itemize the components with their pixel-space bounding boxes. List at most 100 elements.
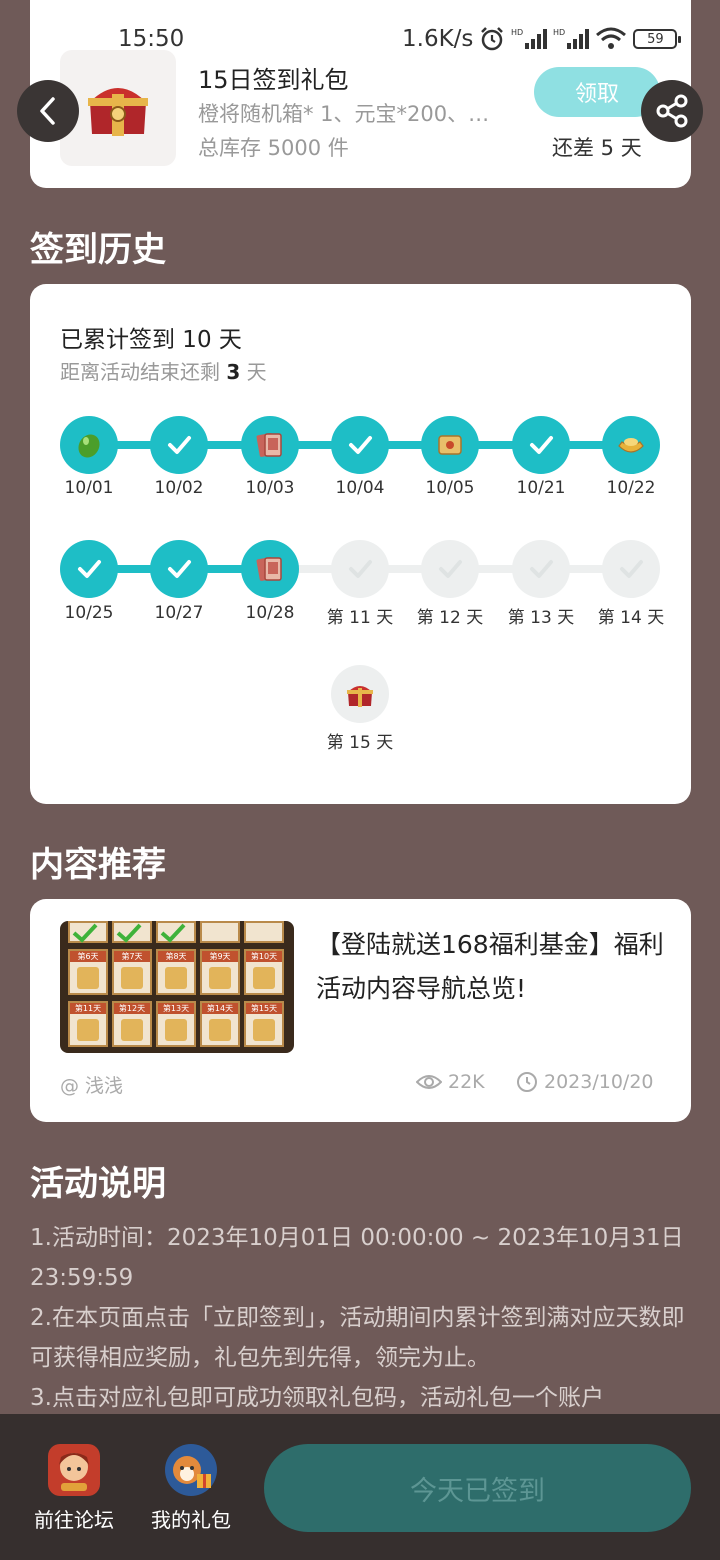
check-icon <box>346 555 374 583</box>
day-label: 10/25 <box>64 603 114 623</box>
thumb-cell: 第9天 <box>200 949 240 995</box>
thumb-cell: 第11天 <box>68 1001 108 1047</box>
thumb-cell <box>200 921 240 943</box>
activity-remaining: 距离活动结束还剩 3 天 <box>60 356 267 385</box>
thumb-cell-label: 第6天 <box>70 951 106 962</box>
day-label: 第 15 天 <box>326 733 394 753</box>
article-title: 【登陆就送168福利基金】福利活动内容导航总览! <box>316 930 664 1003</box>
wifi-icon <box>596 27 627 49</box>
sign-history-card: 已累计签到 10 天 距离活动结束还剩 3 天 10/01 10/02 10/03 1… <box>30 284 691 804</box>
check-icon <box>617 555 645 583</box>
clock-icon <box>517 1072 537 1092</box>
article-author: @ 浅浅 <box>60 1075 124 1097</box>
bottom-bar: 前往论坛 我的礼包 今天已签到 <box>0 1414 720 1560</box>
battery-icon: 59 <box>633 29 682 49</box>
dog-gift-icon <box>173 1456 211 1488</box>
rules-text: 1.活动时间：2023年10月01日 00:00:00 ~ 2023年10月31… <box>30 1218 690 1418</box>
rules-line-2: 2.在本页面点击「立即签到」，活动期间内累计签到满对应天数即可获得相应奖励，礼包… <box>30 1305 685 1371</box>
day-label: 第 13 天 <box>507 608 575 628</box>
day-node <box>331 665 389 723</box>
day-node <box>150 540 208 598</box>
card-icon <box>253 428 287 462</box>
thumb-cell <box>68 921 108 943</box>
my-gifts-label: 我的礼包 <box>151 1508 231 1532</box>
check-icon <box>436 555 464 583</box>
network-speed: 1.6K/s <box>402 26 474 52</box>
thumb-cell: 第13天 <box>156 1001 196 1047</box>
svg-text:HD: HD <box>511 28 523 37</box>
day-node <box>512 416 570 474</box>
check-icon <box>346 431 374 459</box>
recommend-section-title: 内容推荐 <box>30 845 166 885</box>
thumb-cell-label: 第12天 <box>114 1003 150 1014</box>
thumb-cell-label: 第14天 <box>202 1003 238 1014</box>
day-label: 10/28 <box>245 603 295 623</box>
status-time: 15:50 <box>118 26 185 52</box>
day-node <box>241 416 299 474</box>
day-node <box>421 540 479 598</box>
rules-line-3: 3.点击对应礼包即可成功领取礼包码，活动礼包一个账户 <box>30 1385 604 1411</box>
forum-button[interactable]: 前往论坛 <box>24 1444 124 1533</box>
share-icon <box>656 94 688 128</box>
day-node <box>602 416 660 474</box>
gift-remaining-days: 还差 5 天 <box>552 136 642 160</box>
rules-line-1: 1.活动时间：2023年10月01日 00:00:00 ~ 2023年10月31… <box>30 1225 684 1291</box>
share-button[interactable] <box>641 80 703 142</box>
thumb-cell: 第12天 <box>112 1001 152 1047</box>
signal-hd-icon-2: HD <box>553 28 590 49</box>
views-count: 22K <box>448 1071 485 1093</box>
day-label: 第 12 天 <box>416 608 484 628</box>
check-icon <box>75 555 103 583</box>
article-date: 2023/10/20 <box>516 1071 654 1093</box>
day-node <box>331 540 389 598</box>
article-thumbnail: 第6天 第7天 第8天 第9天 第10天第11天 第12天 第13天 第14天 第15天 <box>60 921 294 1053</box>
thumb-cell: 第8天 <box>156 949 196 995</box>
thumb-cell <box>244 921 284 943</box>
thumb-cell-label: 第8天 <box>158 951 194 962</box>
card-icon <box>253 552 287 586</box>
day-label: 10/22 <box>606 478 656 498</box>
status-icons: 1.6K/s HD HD 59 <box>402 26 682 52</box>
signal-hd-icon: HD <box>511 28 548 49</box>
day-node <box>150 416 208 474</box>
thumb-cell: 第15天 <box>244 1001 284 1047</box>
recommend-card[interactable]: 第6天 第7天 第8天 第9天 第10天第11天 第12天 第13天 第14天 第15天 【登陆… <box>30 899 691 1122</box>
rules-section-title: 活动说明 <box>30 1164 166 1204</box>
scroll-icon <box>433 428 467 462</box>
day-label: 10/01 <box>64 478 114 498</box>
forum-label: 前往论坛 <box>34 1508 114 1532</box>
history-section-title: 签到历史 <box>30 230 166 270</box>
green-egg-icon <box>72 428 106 462</box>
date-text: 2023/10/20 <box>544 1071 654 1093</box>
hero-face-icon <box>59 1453 89 1491</box>
my-gifts-avatar-icon <box>165 1444 217 1496</box>
day-label: 10/04 <box>335 478 385 498</box>
day-node <box>60 540 118 598</box>
thumb-cell: 第6天 <box>68 949 108 995</box>
check-icon <box>165 555 193 583</box>
check-icon <box>527 555 555 583</box>
day-node <box>602 540 660 598</box>
day-node <box>331 416 389 474</box>
alarm-icon <box>481 27 504 51</box>
treasure-chest-icon <box>88 88 148 136</box>
article-views: 22K <box>416 1071 485 1093</box>
check-icon <box>527 431 555 459</box>
day-node <box>421 416 479 474</box>
thumbnail-grid: 第6天 第7天 第8天 第9天 第10天第11天 第12天 第13天 第14天 第15天 <box>68 921 288 1053</box>
gift-title: 15日签到礼包 <box>198 66 349 94</box>
thumb-cell-label: 第11天 <box>70 1003 106 1014</box>
thumb-cell <box>156 921 196 943</box>
thumb-cell-label: 第10天 <box>246 951 282 962</box>
thumb-cell: 第10天 <box>244 949 284 995</box>
thumb-cell-label: 第7天 <box>114 951 150 962</box>
gold-ingot-icon <box>614 428 648 462</box>
gift-stock: 总库存 5000 件 <box>198 136 349 160</box>
back-button[interactable] <box>17 80 79 142</box>
day-node <box>241 540 299 598</box>
remaining-suffix: 天 <box>246 360 267 384</box>
my-gifts-button[interactable]: 我的礼包 <box>141 1444 241 1533</box>
remaining-prefix: 距离活动结束还剩 <box>60 360 220 384</box>
check-icon <box>165 431 193 459</box>
signed-today-button[interactable]: 今天已签到 <box>264 1444 691 1532</box>
